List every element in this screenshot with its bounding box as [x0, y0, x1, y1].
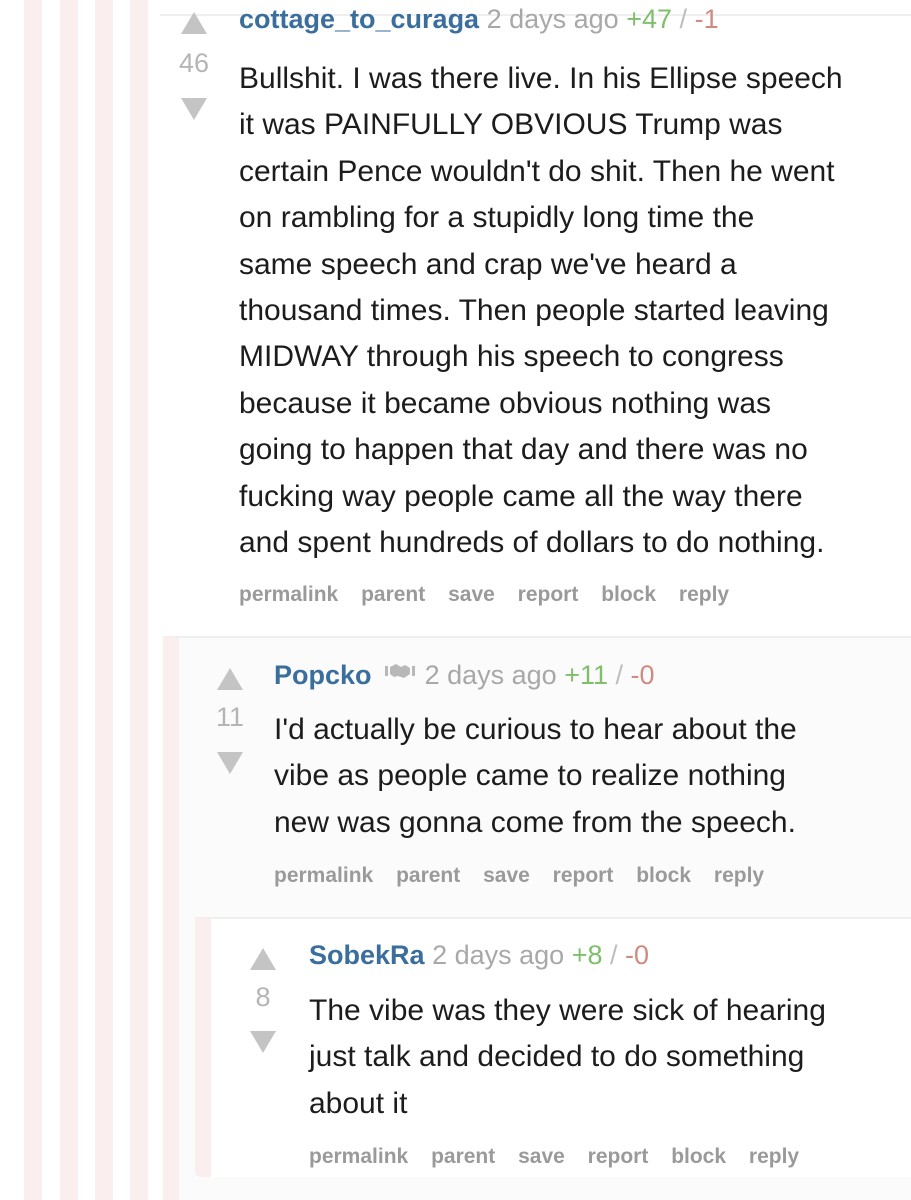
- report-link[interactable]: report: [553, 864, 614, 887]
- vote-separator: /: [610, 940, 618, 970]
- comment-time: 2 days ago: [432, 940, 565, 970]
- comment-body-line: new was gonna come from the speech.: [274, 805, 796, 839]
- author-link[interactable]: SobekRa: [309, 940, 425, 970]
- save-link[interactable]: save: [483, 864, 530, 887]
- comment-body-line: MIDWAY through his speech to congress: [239, 340, 784, 374]
- comment-actions: permalink parent save report block reply: [309, 1145, 816, 1169]
- comment-body-line: and spent hundreds of dollars to do noth…: [239, 526, 825, 560]
- comment-time: 2 days ago: [486, 4, 619, 34]
- comment-body-line: same speech and crap we've heard a: [239, 247, 737, 281]
- comment-time: 2 days ago: [424, 660, 557, 690]
- comment-actions: permalink parent save report block reply: [274, 864, 781, 888]
- comment-body-line: going to happen that day and there was n…: [239, 433, 808, 467]
- comment-body-line: certain Pence wouldn't do shit. Then he …: [239, 154, 835, 188]
- comment-sobekra: 8 SobekRa 2 days ago +8 / -0 The vibe wa…: [195, 917, 911, 1177]
- upvote-arrow-icon[interactable]: [250, 948, 276, 970]
- block-link[interactable]: block: [601, 583, 656, 606]
- comment-tagline: SobekRa 2 days ago +8 / -0: [309, 940, 649, 971]
- comment-body-line: The vibe was they were sick of hearing: [309, 994, 826, 1027]
- block-link[interactable]: block: [636, 864, 691, 887]
- author-link[interactable]: cottage_to_curaga: [239, 4, 479, 34]
- comment-body-line: it was PAINFULLY OBVIOUS Trump was: [239, 108, 783, 142]
- vote-separator: /: [615, 660, 624, 690]
- downvote-count: -1: [694, 4, 719, 34]
- downvote-count: -0: [630, 660, 655, 690]
- comment-body-line: thousand times. Then people started leav…: [239, 294, 829, 328]
- comment-actions: permalink parent save report block reply: [239, 583, 746, 607]
- permalink-link[interactable]: permalink: [239, 583, 338, 606]
- upvote-count: +47: [626, 4, 673, 34]
- report-link[interactable]: report: [518, 583, 579, 606]
- comment-body: Bullshit. I was there live. In his Ellip…: [239, 56, 909, 566]
- upvote-count: +8: [571, 940, 603, 970]
- save-link[interactable]: save: [518, 1145, 565, 1168]
- downvote-arrow-icon[interactable]: [250, 1031, 276, 1053]
- vote-separator: /: [679, 4, 688, 34]
- parent-link[interactable]: parent: [431, 1145, 495, 1168]
- reply-link[interactable]: reply: [714, 864, 764, 887]
- handshake-flair-icon: [385, 661, 416, 686]
- comment-score: 46: [178, 48, 210, 78]
- block-link[interactable]: block: [671, 1145, 726, 1168]
- comment-score: 11: [215, 702, 245, 732]
- comment-body-line: vibe as people came to realize nothing: [274, 759, 786, 793]
- downvote-arrow-icon[interactable]: [217, 752, 243, 774]
- comment-body: I'd actually be curious to hear about th…: [274, 707, 911, 846]
- save-link[interactable]: save: [448, 583, 495, 606]
- parent-link[interactable]: parent: [396, 864, 460, 887]
- comment-body-line: on rambling for a stupidly long time the: [239, 201, 755, 235]
- comment-body-line: I'd actually be curious to hear about th…: [274, 713, 797, 746]
- comment-body-line: because it became obvious nothing was: [239, 386, 772, 420]
- author-link[interactable]: Popcko: [274, 660, 372, 690]
- report-link[interactable]: report: [588, 1145, 649, 1168]
- upvote-arrow-icon[interactable]: [217, 668, 243, 690]
- parent-link[interactable]: parent: [361, 583, 425, 606]
- comment-body: The vibe was they were sick of hearing j…: [309, 988, 909, 1127]
- permalink-link[interactable]: permalink: [274, 864, 373, 887]
- permalink-link[interactable]: permalink: [309, 1145, 408, 1168]
- comment-tagline: Popcko 2 days ago +11 / -0: [274, 660, 655, 691]
- comment-thread-page: 46 cottage_to_curaga 2 days ago +47 / -1…: [0, 0, 911, 1200]
- reply-link[interactable]: reply: [679, 583, 729, 606]
- comment-body-line: just talk and decided to do something: [309, 1040, 805, 1074]
- upvote-count: +11: [564, 660, 608, 690]
- comment-tagline: cottage_to_curaga 2 days ago +47 / -1: [239, 4, 719, 35]
- comment-body-line: fucking way people came all the way ther…: [239, 479, 803, 513]
- reply-link[interactable]: reply: [749, 1145, 799, 1168]
- comment-body-line: Bullshit. I was there live. In his Ellip…: [239, 62, 843, 95]
- comment-score: 8: [255, 982, 271, 1012]
- upvote-arrow-icon[interactable]: [181, 12, 207, 34]
- comment-body-line: about it: [309, 1086, 408, 1120]
- downvote-arrow-icon[interactable]: [181, 98, 207, 120]
- downvote-count: -0: [625, 940, 650, 970]
